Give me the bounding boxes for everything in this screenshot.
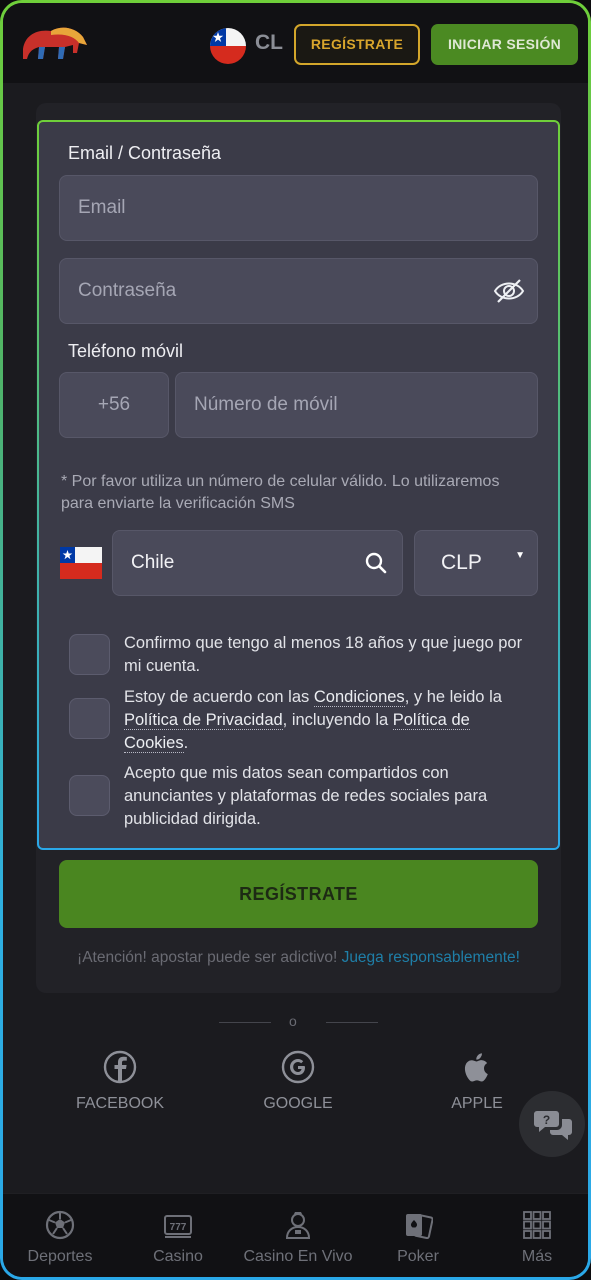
terms-mid2: , incluyendo la xyxy=(282,711,393,729)
nav-item-more[interactable]: Más xyxy=(478,1210,588,1266)
phone-note: * Por favor utiliza un número de celular… xyxy=(61,473,500,512)
email-section-label: Email / Contraseña xyxy=(68,143,222,163)
currency-value: CLP xyxy=(441,551,482,574)
cards-icon xyxy=(406,1214,433,1240)
bottom-nav: Deportes 777 Casino Casino En Vivo Poker… xyxy=(3,1193,588,1277)
nav-label-poker: Poker xyxy=(397,1248,439,1265)
google-icon xyxy=(281,1050,315,1084)
divider-left xyxy=(219,1022,271,1023)
terms-link[interactable]: Condiciones xyxy=(313,688,405,707)
apple-icon xyxy=(464,1053,488,1082)
email-field[interactable]: Email xyxy=(59,175,538,241)
data-sharing-text: Acepto que mis datos sean compartidos co… xyxy=(124,764,488,828)
chile-flag-icon[interactable] xyxy=(210,28,246,64)
data-sharing-checkbox[interactable] xyxy=(69,775,110,816)
gambling-warning: ¡Atención! apostar puede ser adictivo! J… xyxy=(3,949,588,967)
nav-label-sports: Deportes xyxy=(27,1248,93,1265)
email-placeholder: Email xyxy=(78,197,126,218)
facebook-login[interactable]: FACEBOOK xyxy=(60,1049,180,1113)
nav-item-poker[interactable]: Poker xyxy=(359,1210,477,1266)
top-bar: CL REGÍSTRATE INICIAR SESIÓN xyxy=(3,3,588,83)
logo-icon[interactable] xyxy=(17,19,89,65)
dealer-icon xyxy=(285,1212,311,1239)
country-code[interactable]: CL xyxy=(255,31,283,55)
age-check-text: Confirmo que tengo al menos 18 años y qu… xyxy=(124,634,523,675)
facebook-icon xyxy=(103,1050,137,1084)
eye-off-icon[interactable] xyxy=(493,277,525,305)
chevron-down-icon: ▼ xyxy=(515,550,525,561)
privacy-link[interactable]: Política de Privacidad xyxy=(124,711,283,730)
phone-prefix-field[interactable]: +56 xyxy=(59,372,169,438)
registration-form: Email / Contraseña Email Contraseña Telé… xyxy=(37,120,560,850)
responsible-gaming-link[interactable]: Juega responsablemente! xyxy=(342,949,520,966)
password-placeholder: Contraseña xyxy=(78,280,177,301)
chat-button[interactable]: ? xyxy=(519,1091,585,1157)
facebook-label: FACEBOOK xyxy=(75,1095,165,1112)
terms-checkbox[interactable] xyxy=(69,698,110,739)
divider-right xyxy=(326,1022,378,1023)
nav-item-live-casino[interactable]: Casino En Vivo xyxy=(239,1210,357,1266)
nav-item-casino[interactable]: 777 Casino xyxy=(119,1210,237,1266)
login-button[interactable]: INICIAR SESIÓN xyxy=(431,24,578,65)
slot-machine-icon: 777 xyxy=(164,1215,192,1238)
apple-label: APPLE xyxy=(451,1095,503,1112)
google-login[interactable]: GOOGLE xyxy=(238,1049,358,1113)
grid-icon xyxy=(523,1211,551,1239)
terms-check-text: Estoy de acuerdo con las Condiciones, y … xyxy=(124,686,534,755)
nav-label-more: Más xyxy=(521,1248,553,1265)
app-screen: CL REGÍSTRATE INICIAR SESIÓN Email / Con… xyxy=(3,3,588,1277)
warning-text: ¡Atención! apostar puede ser adictivo! xyxy=(77,949,342,966)
nav-label-casino: Casino xyxy=(153,1248,203,1265)
nav-label-live-casino: Casino En Vivo xyxy=(243,1248,353,1265)
country-value: Chile xyxy=(131,552,175,573)
phone-placeholder: Número de móvil xyxy=(194,394,338,415)
chile-flag-icon xyxy=(60,547,102,579)
svg-text:777: 777 xyxy=(170,1222,187,1233)
register-button[interactable]: REGÍSTRATE xyxy=(294,24,420,65)
chat-icon: ? xyxy=(534,1111,572,1140)
age-checkbox[interactable] xyxy=(69,634,110,675)
submit-register-button[interactable]: REGÍSTRATE xyxy=(59,860,538,928)
country-select[interactable]: Chile xyxy=(112,530,403,596)
password-field[interactable]: Contraseña xyxy=(59,258,538,324)
terms-end: . xyxy=(183,734,189,752)
phone-prefix: +56 xyxy=(97,394,131,415)
svg-text:?: ? xyxy=(543,1113,550,1127)
divider-text: o xyxy=(289,1013,297,1029)
currency-select[interactable]: CLP ▼ xyxy=(414,530,538,596)
google-label: GOOGLE xyxy=(263,1095,333,1112)
apple-login[interactable]: APPLE xyxy=(417,1049,537,1113)
phone-section-label: Teléfono móvil xyxy=(68,341,184,361)
nav-item-sports[interactable]: Deportes xyxy=(3,1210,119,1266)
terms-prefix: Estoy de acuerdo con las xyxy=(124,688,314,706)
search-icon[interactable] xyxy=(364,551,388,575)
phone-number-field[interactable]: Número de móvil xyxy=(175,372,538,438)
terms-mid: , y he leido la xyxy=(404,688,502,706)
soccer-ball-icon xyxy=(45,1210,75,1240)
